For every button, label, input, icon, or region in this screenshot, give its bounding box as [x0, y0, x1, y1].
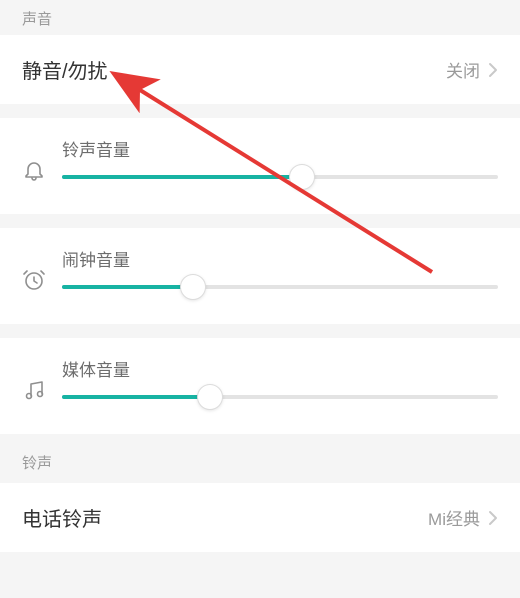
slider-alarm-track[interactable] — [62, 285, 498, 289]
slider-alarm-label: 闹钟音量 — [62, 246, 498, 271]
slider-ring-track[interactable] — [62, 175, 498, 179]
slider-ring-thumb[interactable] — [289, 164, 315, 190]
row-silent-dnd[interactable]: 静音/勿扰 关闭 — [0, 35, 520, 104]
divider — [0, 324, 520, 338]
slider-alarm-volume: 闹钟音量 — [0, 228, 520, 324]
row-phone-ringtone-value: Mi经典 — [428, 505, 480, 530]
divider — [0, 104, 520, 118]
row-phone-ringtone-label: 电话铃声 — [22, 503, 428, 532]
slider-media-track[interactable] — [62, 395, 498, 399]
slider-media-label: 媒体音量 — [62, 356, 498, 381]
slider-ring-label: 铃声音量 — [62, 136, 498, 161]
slider-media-fill — [62, 395, 210, 399]
slider-media-thumb[interactable] — [197, 384, 223, 410]
chevron-right-icon — [488, 62, 498, 78]
slider-ring-volume: 铃声音量 — [0, 118, 520, 214]
slider-media-volume: 媒体音量 — [0, 338, 520, 434]
bell-icon — [14, 158, 54, 182]
section-header-sound: 声音 — [0, 0, 520, 35]
music-note-icon — [14, 378, 54, 402]
alarm-clock-icon — [14, 268, 54, 292]
slider-ring-fill — [62, 175, 302, 179]
row-silent-dnd-label: 静音/勿扰 — [22, 55, 446, 84]
section-header-sound-label: 声音 — [22, 11, 52, 28]
slider-alarm-thumb[interactable] — [180, 274, 206, 300]
slider-alarm-fill — [62, 285, 193, 289]
row-silent-dnd-value: 关闭 — [446, 57, 480, 82]
divider — [0, 214, 520, 228]
chevron-right-icon — [488, 510, 498, 526]
section-header-ringtone: 铃声 — [0, 434, 520, 483]
row-phone-ringtone[interactable]: 电话铃声 Mi经典 — [0, 483, 520, 552]
section-header-ringtone-label: 铃声 — [22, 455, 52, 472]
